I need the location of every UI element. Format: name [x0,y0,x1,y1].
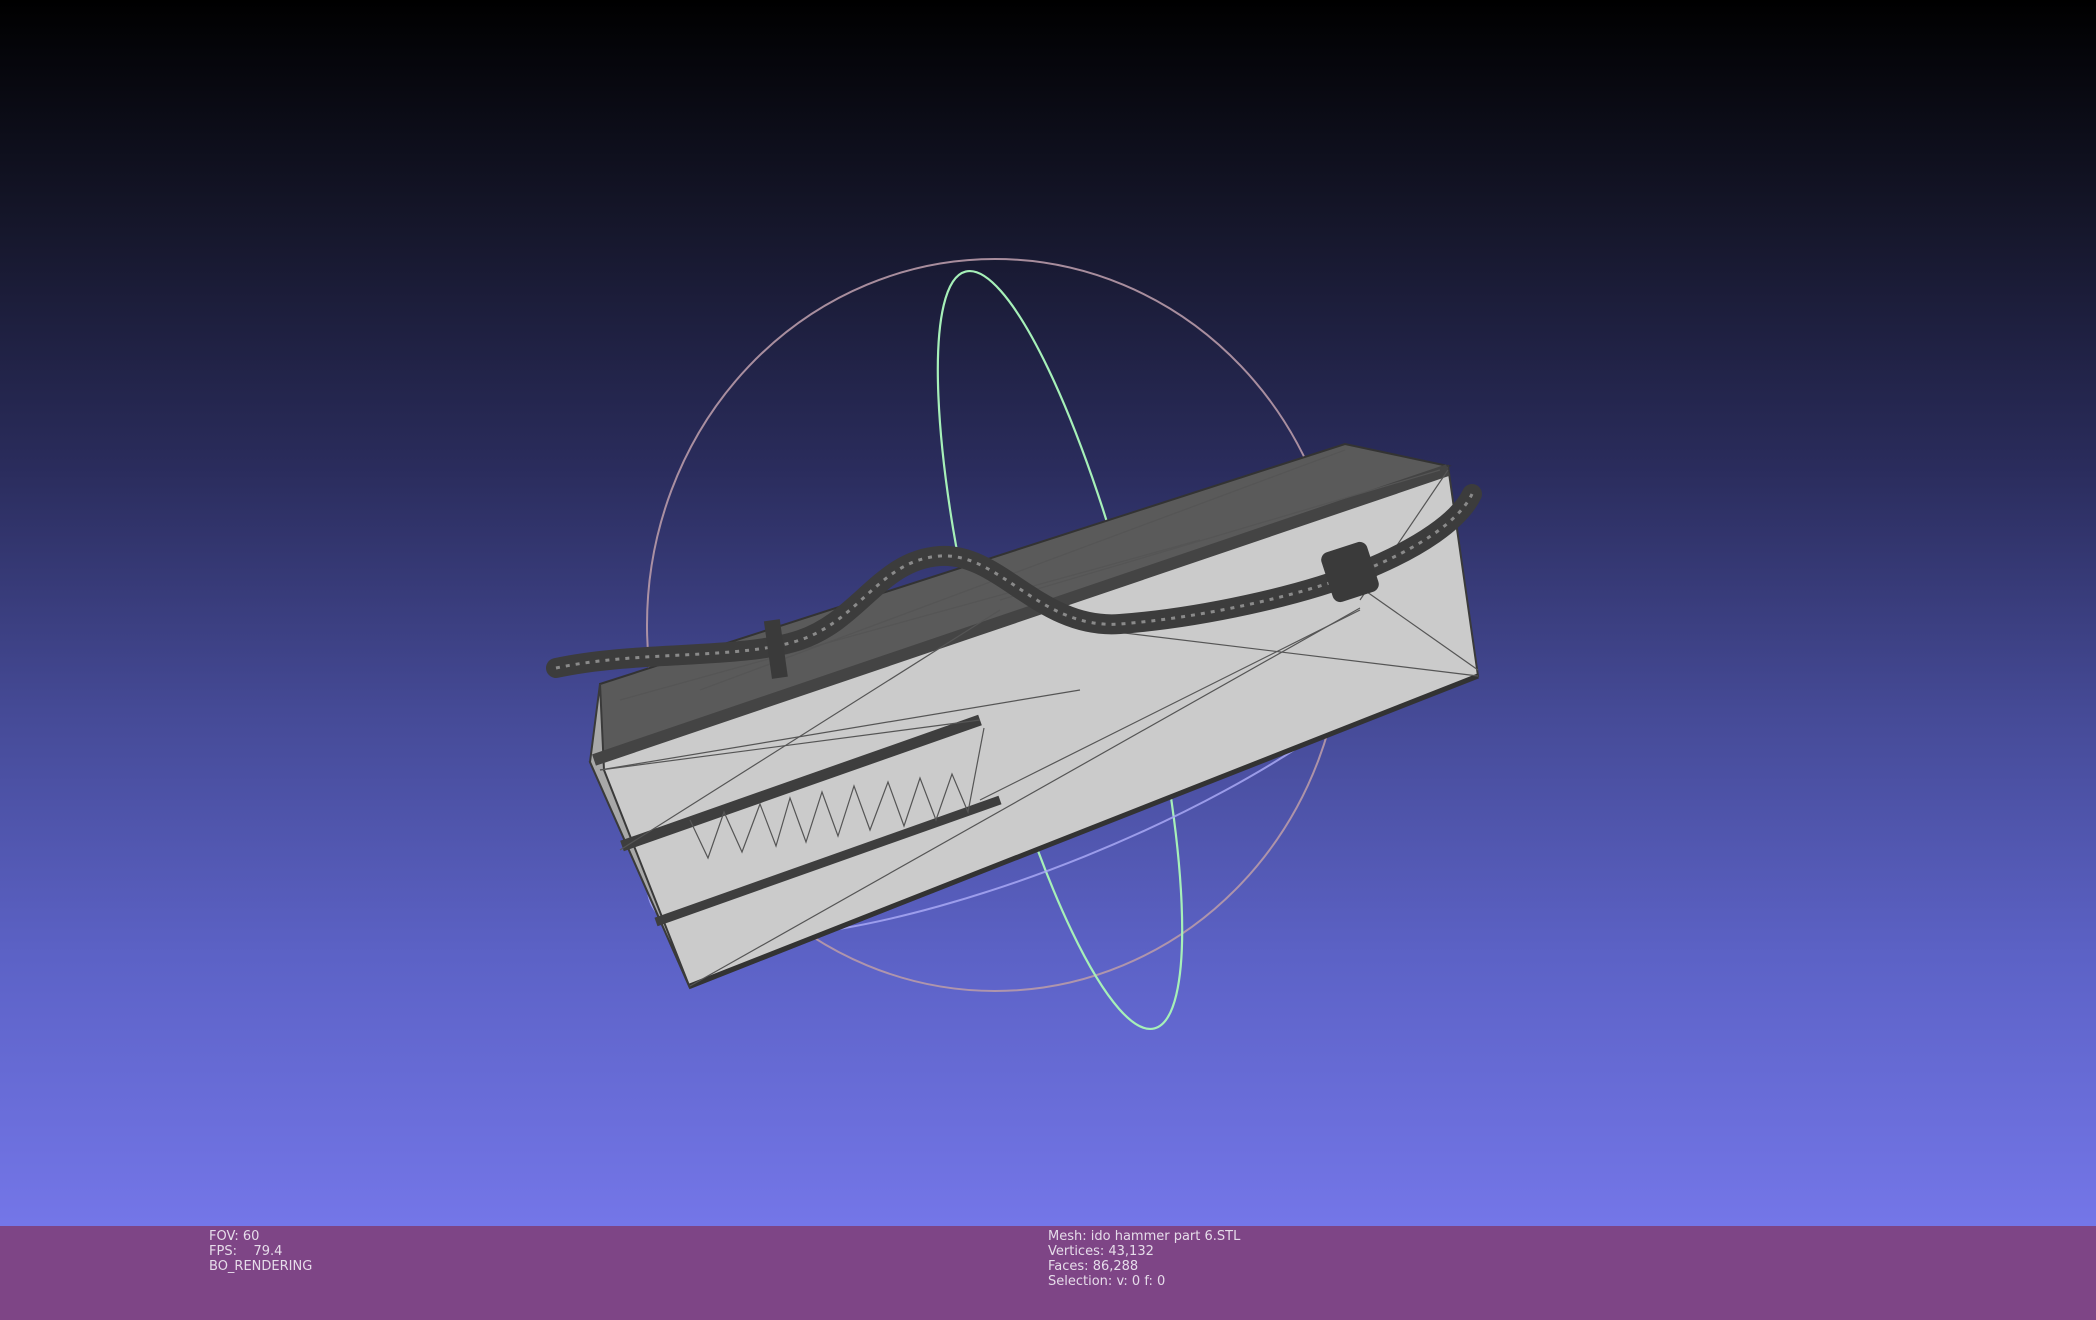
faces-label: Faces: [1048,1259,1089,1274]
fov-value: 60 [242,1229,260,1244]
vertices-count: 43,132 [1108,1244,1154,1259]
fov-line: FOV: 60 [209,1229,312,1244]
selection-line: Selection: v: 0 f: 0 [1048,1274,1240,1289]
vertices-line: Vertices: 43,132 [1048,1244,1240,1259]
fps-label: FPS: [209,1244,237,1259]
mesh-label: Mesh: [1048,1229,1087,1244]
selection-label: Selection: [1048,1274,1113,1289]
fov-label: FOV: [209,1229,239,1244]
fps-value: 79.4 [253,1244,283,1259]
render-mode: BO_RENDERING [209,1259,313,1274]
mesh-info: Mesh: ido hammer part 6.STL Vertices: 43… [1048,1229,1240,1289]
faces-line: Faces: 86,288 [1048,1259,1240,1274]
selection-value: v: 0 f: 0 [1116,1274,1166,1289]
mesh-scene[interactable] [0,0,2096,1226]
render-info: FOV: 60 FPS: 79.4 BO_RENDERING [209,1229,312,1274]
mesh-model[interactable] [546,442,1482,990]
status-info-bar: FOV: 60 FPS: 79.4 BO_RENDERING Mesh: ido… [0,1226,2096,1320]
3d-viewport[interactable] [0,0,2096,1226]
mesh-name-line: Mesh: ido hammer part 6.STL [1048,1229,1240,1244]
fps-line: FPS: 79.4 [209,1244,312,1259]
faces-count: 86,288 [1092,1259,1139,1274]
vertices-label: Vertices: [1048,1244,1105,1259]
mesh-name: ido hammer part 6.STL [1090,1229,1241,1244]
